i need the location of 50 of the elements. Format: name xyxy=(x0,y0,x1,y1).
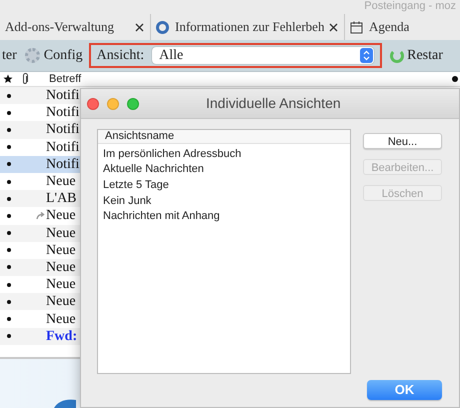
message-subject: Fwd: xyxy=(46,328,78,346)
toolbar-button[interactable]: ter xyxy=(2,45,17,66)
message-row[interactable]: Notifi xyxy=(0,87,80,104)
message-subject: Notifi xyxy=(46,156,80,174)
star-icon[interactable] xyxy=(3,74,13,84)
message-subject: L'AB xyxy=(46,190,77,208)
logo-icon xyxy=(54,398,76,408)
message-subject: Notifi xyxy=(46,104,80,122)
tab[interactable]: Add-ons-Verwaltung xyxy=(0,14,150,40)
message-row[interactable]: Neue xyxy=(0,276,80,294)
message-subject: Neue xyxy=(46,242,76,260)
stepper-icon xyxy=(360,48,374,63)
view-list-item[interactable]: Nachrichten mit Anhang xyxy=(98,208,350,224)
message-row[interactable]: Neue xyxy=(0,293,80,310)
view-list-item[interactable]: Letzte 5 Tage xyxy=(98,177,350,194)
dialog-title: Individuelle Ansichten xyxy=(206,94,341,113)
refresh-icon xyxy=(390,48,404,62)
view-list-item[interactable]: Aktuelle Nachrichten xyxy=(98,162,350,178)
toolbar-button[interactable]: Restar xyxy=(390,45,443,66)
calendar-icon xyxy=(350,20,363,34)
paperclip-icon[interactable] xyxy=(21,73,29,85)
message-row[interactable]: Neue xyxy=(0,258,80,276)
message-row[interactable]: Notifi xyxy=(0,156,80,173)
column-picker-icon[interactable] xyxy=(452,76,458,82)
message-row[interactable]: Notifi xyxy=(0,104,80,122)
message-subject: Neue xyxy=(46,207,76,226)
view-label: Ansicht: xyxy=(96,47,144,65)
message-subject: Neue xyxy=(46,173,76,192)
message-subject: Notifi xyxy=(46,121,80,140)
toolbar-button[interactable]: Config xyxy=(24,45,83,66)
message-row[interactable]: Fwd: xyxy=(0,328,80,345)
gear-icon xyxy=(24,48,40,63)
message-row[interactable]: L'AB xyxy=(0,190,80,208)
message-subject: Neue xyxy=(46,293,76,312)
window-title: Posteingang - moz xyxy=(364,0,456,14)
message-subject: Notifi xyxy=(46,138,80,157)
close-icon[interactable] xyxy=(329,22,338,32)
message-row[interactable]: Neue xyxy=(0,224,80,242)
message-subject: Neue xyxy=(46,276,76,294)
view-list-item[interactable]: Im persönlichen Adressbuch xyxy=(98,146,350,162)
view-list-item[interactable]: Kein Junk xyxy=(98,193,350,209)
dialog-button[interactable]: Neu... xyxy=(363,133,442,149)
message-row[interactable]: Notifi xyxy=(0,121,80,139)
message-subject: Neue xyxy=(46,310,76,329)
message-subject: Notifi xyxy=(46,87,80,106)
view-dropdown[interactable]: Alle xyxy=(152,47,374,64)
close-icon[interactable] xyxy=(135,22,144,32)
column-header[interactable]: Betreff xyxy=(49,70,82,88)
message-subject: Neue xyxy=(46,224,76,243)
message-subject: Neue xyxy=(46,258,76,277)
